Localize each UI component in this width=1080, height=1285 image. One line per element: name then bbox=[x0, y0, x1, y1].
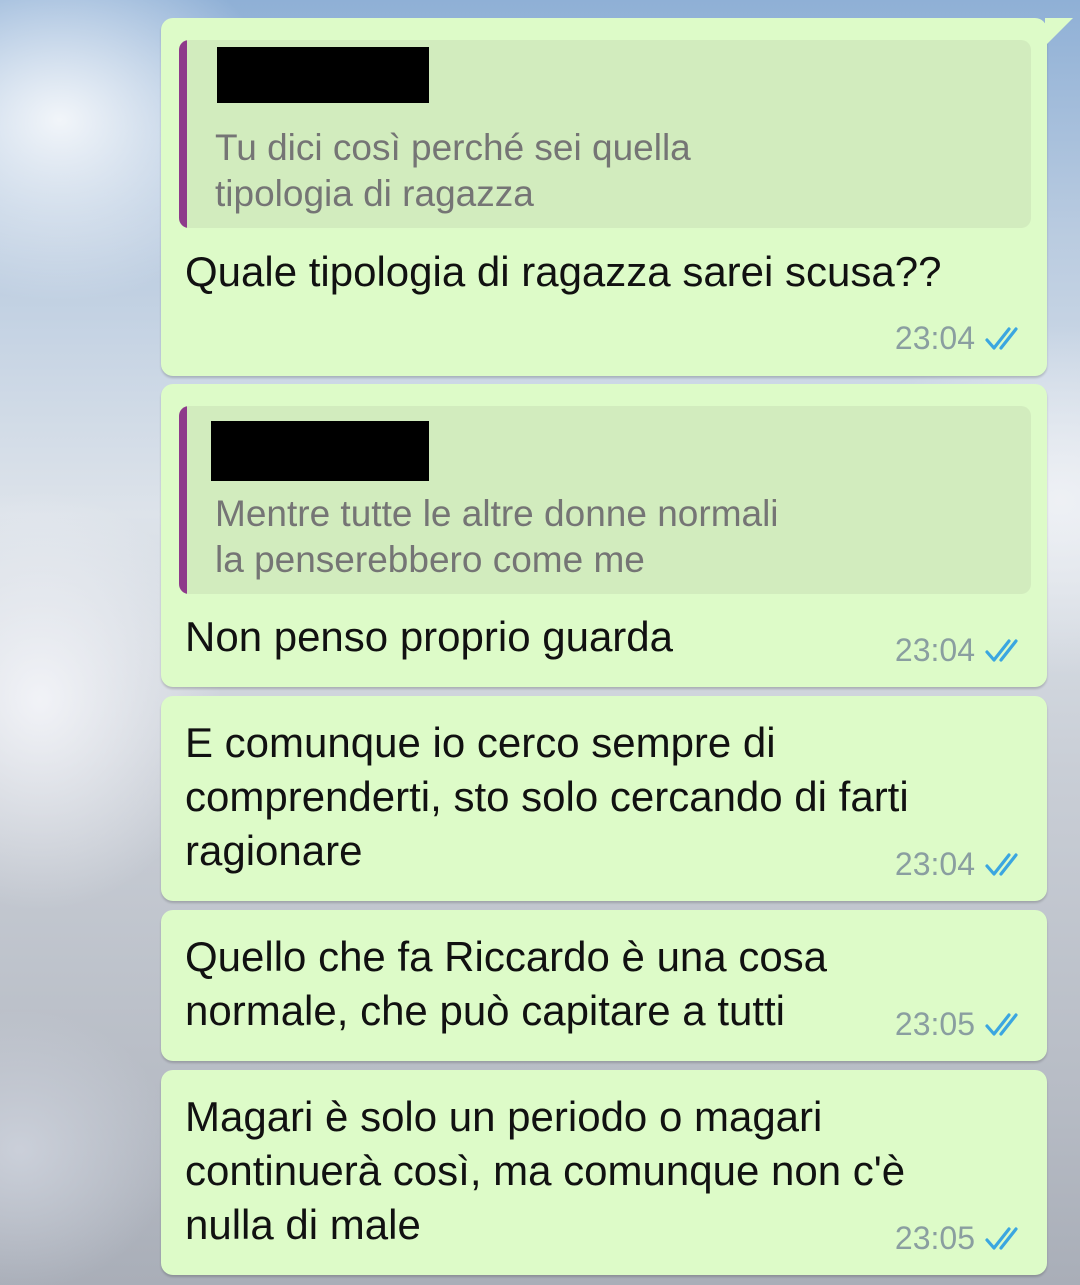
quote-accent-bar bbox=[179, 40, 187, 228]
message-bubble[interactable]: Quello che fa Riccardo è una cosa normal… bbox=[161, 910, 1047, 1061]
message-bubble[interactable]: Magari è solo un periodo o magari contin… bbox=[161, 1070, 1047, 1275]
double-check-read-icon bbox=[985, 1226, 1025, 1252]
message-meta: 23:04 bbox=[895, 320, 1025, 357]
message-text: Quello che fa Riccardo è una cosa normal… bbox=[185, 933, 828, 1034]
message-meta: 23:05 bbox=[895, 1220, 1025, 1257]
message-time: 23:05 bbox=[894, 1220, 975, 1256]
bubble-tail bbox=[1045, 18, 1073, 46]
message-time: 23:04 bbox=[894, 846, 975, 882]
double-check-read-icon bbox=[985, 638, 1025, 664]
double-check-read-icon bbox=[985, 326, 1025, 352]
quoted-message[interactable]: Tu dici così perché sei quella tipologia… bbox=[179, 40, 1031, 228]
quoted-message[interactable]: Mentre tutte le altre donne normali la p… bbox=[179, 406, 1031, 594]
redacted-author-name bbox=[217, 47, 429, 103]
message-time: 23:05 bbox=[894, 1006, 975, 1042]
message-time: 23:04 bbox=[894, 632, 975, 668]
message-bubble[interactable]: Tu dici così perché sei quella tipologia… bbox=[161, 18, 1073, 376]
message-text: Magari è solo un periodo o magari contin… bbox=[185, 1093, 906, 1248]
message-text: E comunque io cerco sempre di comprender… bbox=[185, 719, 909, 874]
quoted-text: Mentre tutte le altre donne normali la p… bbox=[215, 493, 779, 580]
message-meta: 23:04 bbox=[895, 846, 1025, 883]
quote-accent-bar bbox=[179, 406, 187, 594]
quoted-text: Tu dici così perché sei quella tipologia… bbox=[215, 127, 691, 214]
message-bubble[interactable]: Mentre tutte le altre donne normali la p… bbox=[161, 384, 1047, 687]
message-time: 23:04 bbox=[894, 320, 975, 356]
double-check-read-icon bbox=[985, 1012, 1025, 1038]
message-text: Quale tipologia di ragazza sarei scusa?? bbox=[185, 248, 942, 295]
double-check-read-icon bbox=[985, 852, 1025, 878]
message-meta: 23:04 bbox=[895, 632, 1025, 669]
redacted-author-name bbox=[211, 421, 429, 481]
message-text: Non penso proprio guarda bbox=[185, 613, 674, 660]
message-meta: 23:05 bbox=[895, 1006, 1025, 1043]
message-bubble[interactable]: E comunque io cerco sempre di comprender… bbox=[161, 696, 1047, 901]
